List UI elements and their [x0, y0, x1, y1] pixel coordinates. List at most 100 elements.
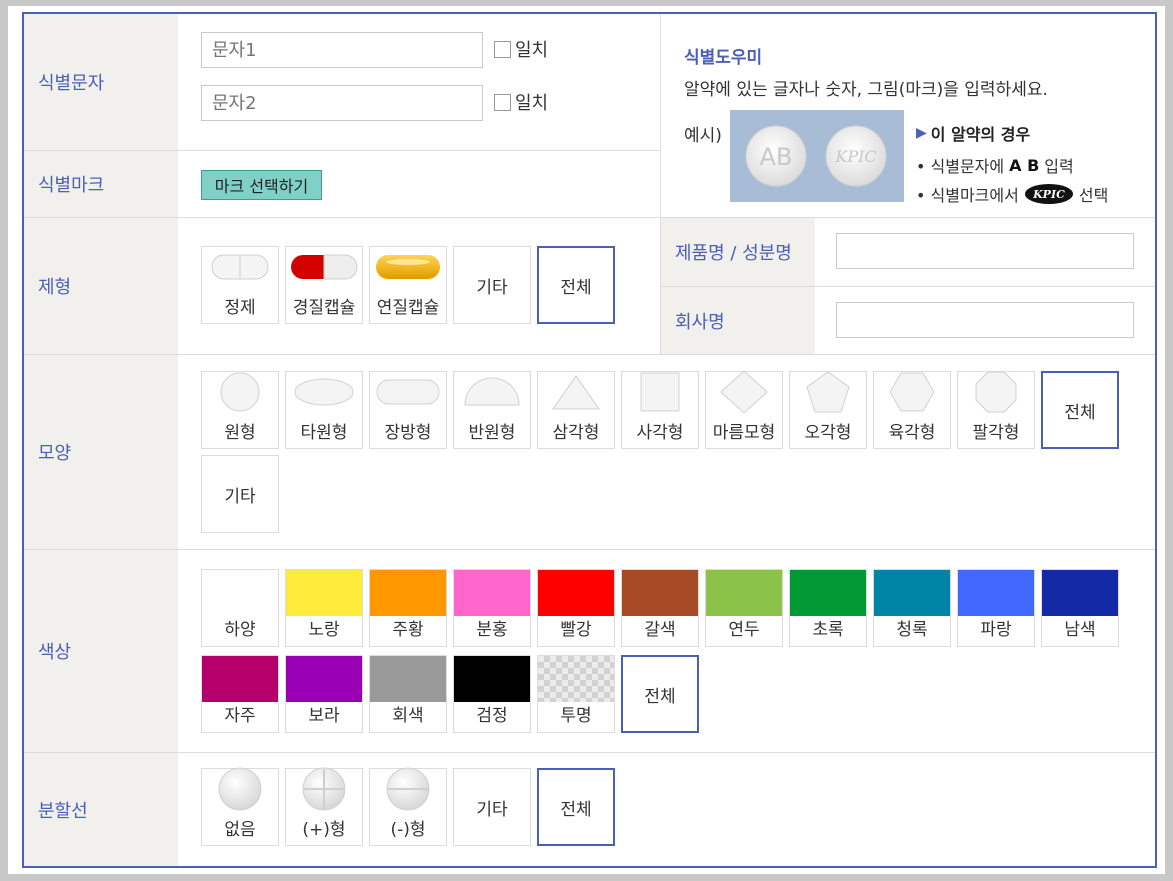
- color-lightgreen-button[interactable]: 연두: [705, 569, 783, 647]
- score-all-button[interactable]: 전체: [537, 768, 615, 846]
- color-swatch: [958, 570, 1034, 616]
- octagon-shape-icon: [975, 370, 1017, 414]
- pill-search-form: 식별문자 일치 일치 식별마크 마크 선택하기 식별도우미 알약에 있는 글자나…: [22, 12, 1157, 868]
- color-swatch: [706, 570, 782, 616]
- form-tablet-button[interactable]: 정제: [201, 246, 279, 324]
- shape-octagon-button[interactable]: 팔각형: [957, 371, 1035, 449]
- shape-oval-button[interactable]: 타원형: [285, 371, 363, 449]
- form-all-button[interactable]: 전체: [537, 246, 615, 324]
- color-swatch: [874, 570, 950, 616]
- color-purple-button[interactable]: 보라: [285, 655, 363, 733]
- shape-circle-button[interactable]: 원형: [201, 371, 279, 449]
- product-name-input[interactable]: [836, 233, 1134, 269]
- soft-capsule-icon: [374, 245, 442, 289]
- color-swatch: [790, 570, 866, 616]
- color-yellow-button[interactable]: 노랑: [285, 569, 363, 647]
- page-frame: 식별문자 일치 일치 식별마크 마크 선택하기 식별도우미 알약에 있는 글자나…: [8, 6, 1165, 874]
- color-swatch: [454, 656, 530, 702]
- triangle-right-icon: ▶: [916, 125, 927, 141]
- company-name-input[interactable]: [836, 302, 1134, 338]
- kpic-mark-icon: KPIC: [1024, 184, 1073, 204]
- shape-hexagon-button[interactable]: 육각형: [873, 371, 951, 449]
- label-product-name: 제품명 / 성분명: [661, 218, 815, 286]
- color-gray-button[interactable]: 회색: [369, 655, 447, 733]
- helper-description: 알약에 있는 글자나 숫자, 그림(마크)을 입력하세요.: [684, 80, 1048, 100]
- color-magenta-button[interactable]: 자주: [201, 655, 279, 733]
- case-line-2: • 식별마크에서 KPIC 선택: [916, 182, 1108, 206]
- color-red-button[interactable]: 빨강: [537, 569, 615, 647]
- score-plus-button[interactable]: (+)형: [285, 767, 363, 846]
- checkbox-box[interactable]: [494, 40, 511, 58]
- no-score-pill-icon: [217, 767, 263, 811]
- label-shape: 모양: [24, 355, 178, 549]
- text1-match-checkbox[interactable]: 일치: [494, 36, 548, 62]
- form-hard-capsule-button[interactable]: 경질캡슐: [285, 246, 363, 324]
- helper-title: 식별도우미: [684, 48, 763, 68]
- color-swatch: [538, 570, 614, 616]
- text1-input[interactable]: [201, 32, 483, 68]
- shape-semicircle-button[interactable]: 반원형: [453, 371, 531, 449]
- form-soft-capsule-button[interactable]: 연질캡슐: [369, 246, 447, 324]
- triangle-shape-icon: [551, 370, 601, 414]
- shape-oblong-button[interactable]: 장방형: [369, 371, 447, 449]
- color-all-button[interactable]: 전체: [621, 655, 699, 733]
- color-swatch: [454, 570, 530, 616]
- score-other-button[interactable]: 기타: [453, 768, 531, 846]
- shape-all-button[interactable]: 전체: [1041, 371, 1119, 449]
- color-swatch: [370, 570, 446, 616]
- plus-score-pill-icon: [301, 767, 347, 811]
- color-swatch: [1042, 570, 1118, 616]
- color-navy-button[interactable]: 남색: [1041, 569, 1119, 647]
- oval-shape-icon: [293, 370, 355, 414]
- color-brown-button[interactable]: 갈색: [621, 569, 699, 647]
- tablet-icon: [211, 245, 269, 289]
- color-swatch: [202, 656, 278, 702]
- square-shape-icon: [640, 370, 680, 414]
- label-company-name: 회사명: [661, 287, 815, 354]
- circle-shape-icon: [218, 370, 262, 414]
- text2-input[interactable]: [201, 85, 483, 121]
- color-green-button[interactable]: 초록: [789, 569, 867, 647]
- label-identifier-text: 식별문자: [24, 14, 178, 150]
- pill-imprint-text: AB: [760, 143, 793, 171]
- diamond-shape-icon: [720, 370, 768, 414]
- color-swatch: [202, 570, 278, 616]
- match-label: 일치: [515, 93, 549, 114]
- case-line-1: • 식별문자에 A B 입력: [916, 155, 1074, 177]
- color-orange-button[interactable]: 주황: [369, 569, 447, 647]
- svg-text:KPIC: KPIC: [1032, 188, 1065, 201]
- color-blue-button[interactable]: 파랑: [957, 569, 1035, 647]
- color-swatch: [370, 656, 446, 702]
- score-minus-button[interactable]: (-)형: [369, 767, 447, 846]
- color-transparent-button[interactable]: 투명: [537, 655, 615, 733]
- mark-select-button[interactable]: 마크 선택하기: [201, 170, 322, 200]
- semicircle-shape-icon: [463, 370, 521, 414]
- form-other-button[interactable]: 기타: [453, 246, 531, 324]
- label-identifier-mark: 식별마크: [24, 151, 178, 217]
- example-pill-image: AB KPIC: [730, 110, 904, 202]
- shape-other-button[interactable]: 기타: [201, 455, 279, 533]
- pentagon-shape-icon: [805, 370, 851, 414]
- color-swatch: [622, 570, 698, 616]
- match-label: 일치: [515, 40, 549, 61]
- color-swatch: [286, 656, 362, 702]
- score-none-button[interactable]: 없음: [201, 767, 279, 846]
- example-label: 예시): [684, 126, 722, 146]
- label-form: 제형: [24, 218, 178, 354]
- oblong-shape-icon: [376, 370, 440, 414]
- color-swatch: [286, 570, 362, 616]
- color-pink-button[interactable]: 분홍: [453, 569, 531, 647]
- shape-square-button[interactable]: 사각형: [621, 371, 699, 449]
- shape-pentagon-button[interactable]: 오각형: [789, 371, 867, 449]
- color-white-button[interactable]: 하양: [201, 569, 279, 647]
- text2-match-checkbox[interactable]: 일치: [494, 89, 548, 115]
- color-teal-button[interactable]: 청록: [873, 569, 951, 647]
- minus-score-pill-icon: [385, 767, 431, 811]
- label-color: 색상: [24, 550, 178, 752]
- color-black-button[interactable]: 검정: [453, 655, 531, 733]
- shape-triangle-button[interactable]: 삼각형: [537, 371, 615, 449]
- checkbox-box[interactable]: [494, 93, 511, 111]
- label-score-line: 분할선: [24, 753, 178, 866]
- shape-diamond-button[interactable]: 마름모형: [705, 370, 783, 449]
- hexagon-shape-icon: [889, 370, 935, 414]
